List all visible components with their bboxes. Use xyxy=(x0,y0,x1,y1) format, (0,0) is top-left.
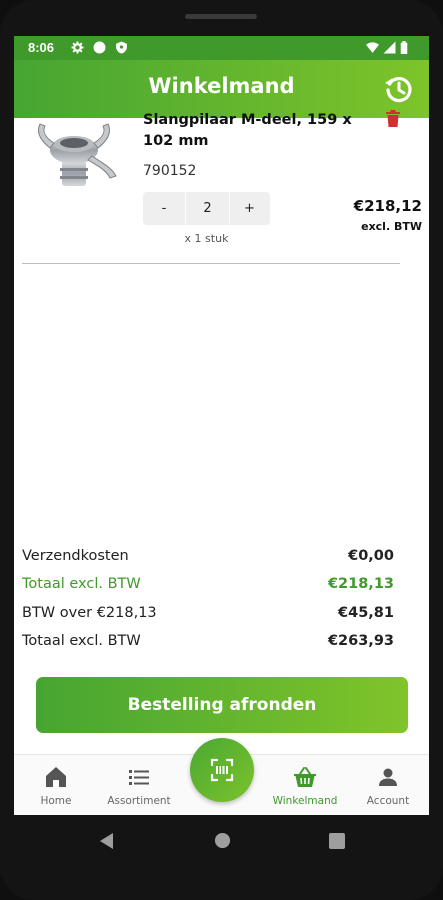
circle-icon xyxy=(93,41,106,54)
product-name[interactable]: Slangpilaar M-deel, 159 x 102 mm xyxy=(143,110,383,152)
shipping-row: Verzendkosten €0,00 xyxy=(22,548,394,570)
battery-icon xyxy=(400,41,408,54)
history-icon[interactable] xyxy=(383,73,415,105)
signal-icon xyxy=(383,41,396,54)
item-price-note: excl. BTW xyxy=(361,220,422,233)
status-time: 8:06 xyxy=(28,40,55,55)
nav-label: Account xyxy=(366,795,410,807)
summary-value: €263,93 xyxy=(327,633,394,649)
quantity-increase-button[interactable]: + xyxy=(229,192,270,225)
item-divider xyxy=(22,263,400,264)
back-icon[interactable] xyxy=(98,832,116,850)
summary-value: €45,81 xyxy=(338,605,394,621)
system-navigation xyxy=(0,814,443,900)
home-system-icon[interactable] xyxy=(214,832,231,849)
shield-icon xyxy=(116,41,127,54)
scan-button[interactable] xyxy=(190,738,254,802)
scan-icon xyxy=(210,758,234,782)
person-icon xyxy=(379,768,397,786)
nav-winkelmand[interactable]: Winkelmand xyxy=(268,755,342,815)
nav-home[interactable]: Home xyxy=(24,755,88,815)
total-row: Totaal excl. BTW €263,93 xyxy=(22,633,394,655)
delete-icon[interactable] xyxy=(386,110,400,127)
quantity-unit: x 1 stuk xyxy=(184,232,229,245)
settings-icon xyxy=(71,41,84,54)
page-title: Winkelmand xyxy=(148,74,295,98)
nav-label: Home xyxy=(40,795,72,807)
phone-speaker xyxy=(185,14,257,19)
vat-row: BTW over €218,13 €45,81 xyxy=(22,605,394,627)
product-image xyxy=(37,123,117,186)
summary-label: Totaal excl. BTW xyxy=(22,576,141,592)
quantity-decrease-button[interactable]: - xyxy=(143,192,185,225)
quantity-stepper: - 2 + xyxy=(143,192,270,225)
product-sku: 790152 xyxy=(143,163,197,179)
recents-icon[interactable] xyxy=(329,833,345,849)
summary-label: Verzendkosten xyxy=(22,548,129,564)
list-icon xyxy=(129,770,149,785)
status-bar: 8:06 xyxy=(14,36,429,60)
nav-label: Assortiment xyxy=(107,795,171,807)
summary-value: €218,13 xyxy=(327,576,394,592)
checkout-button[interactable]: Bestelling afronden xyxy=(36,677,408,733)
nav-assortiment[interactable]: Assortiment xyxy=(104,755,174,815)
summary-label: Totaal excl. BTW xyxy=(22,633,141,649)
quantity-value[interactable]: 2 xyxy=(185,192,230,225)
summary-value: €0,00 xyxy=(348,548,394,564)
subtotal-row: Totaal excl. BTW €218,13 xyxy=(22,576,394,598)
item-price: €218,12 xyxy=(353,197,422,215)
nav-label: Winkelmand xyxy=(272,795,338,807)
phone-frame: 8:06 Winkelmand Slangpilaar M-deel, 159 … xyxy=(0,0,443,900)
nav-account[interactable]: Account xyxy=(358,755,418,815)
summary-label: BTW over €218,13 xyxy=(22,605,157,621)
home-icon xyxy=(46,767,66,787)
wifi-icon xyxy=(366,42,379,53)
basket-icon xyxy=(294,767,316,787)
